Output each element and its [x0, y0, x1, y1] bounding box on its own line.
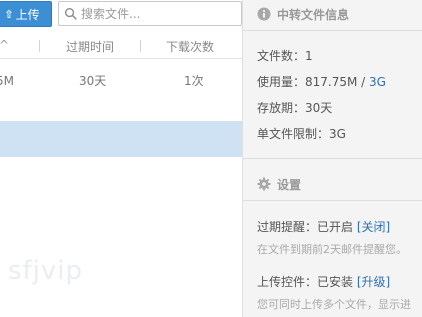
file-list-panel: ⇧ 上传 ^ 过期时间 下载次数 5M 30天 1次 sfjvip: [0, 0, 242, 317]
info-section-header: 中转文件信息: [243, 0, 422, 28]
file-size: 5M: [0, 74, 14, 88]
usage-total: 3G: [369, 75, 386, 89]
divider: [243, 158, 422, 159]
upload-control-hint: 您可同时上传多个文件，显示进: [257, 298, 411, 311]
file-count-value: 1: [305, 49, 313, 63]
upload-control-line: 上传控件：已安装 [升级]: [257, 273, 390, 290]
upload-control-status: 已安装: [317, 275, 354, 289]
retention-label: 存放期：: [257, 101, 306, 115]
column-header-downloads[interactable]: 下载次数: [166, 38, 214, 55]
file-expire: 30天: [79, 74, 107, 88]
retention-value: 30天: [305, 101, 333, 115]
table-header: ^ 过期时间 下载次数: [0, 33, 242, 59]
expiry-reminder-label: 过期提醒：: [257, 220, 318, 234]
column-divider: [39, 40, 40, 52]
usage-line: 使用量：817.75M / 3G: [257, 73, 386, 90]
divider: [243, 200, 422, 201]
table-row[interactable]: 5M 30天 1次: [0, 60, 242, 106]
column-header-expire[interactable]: 过期时间: [66, 38, 114, 55]
upload-control-label: 上传控件：: [257, 275, 318, 289]
search-box[interactable]: [58, 1, 242, 26]
file-count-label: 文件数：: [257, 49, 306, 63]
sort-indicator[interactable]: ^: [0, 38, 9, 52]
size-limit-value: 3G: [329, 127, 346, 141]
expiry-reminder-toggle-link[interactable]: [关闭]: [357, 220, 390, 234]
settings-section-title: 设置: [277, 177, 302, 192]
gear-icon: [257, 177, 271, 191]
usage-separator: /: [357, 75, 370, 89]
upload-arrow-icon: ⇧: [4, 7, 14, 21]
column-divider: [140, 40, 141, 52]
expiry-reminder-hint: 在文件到期前2天邮件提醒您。: [257, 243, 407, 256]
retention-line: 存放期：30天: [257, 99, 332, 116]
upload-button-label: 上传: [15, 7, 40, 22]
size-limit-label: 单文件限制：: [257, 127, 330, 141]
file-count-line: 文件数：1: [257, 47, 313, 64]
upload-button[interactable]: ⇧ 上传: [0, 1, 52, 27]
settings-section-header: 设置: [243, 170, 422, 198]
upgrade-upload-control-link[interactable]: [升级]: [357, 275, 390, 289]
info-side-panel: 中转文件信息 文件数：1 使用量：817.75M / 3G 存放期：30天 单文…: [242, 0, 422, 317]
selected-row-highlight[interactable]: [0, 121, 242, 157]
divider: [243, 30, 422, 31]
search-input[interactable]: [81, 6, 231, 21]
file-downloads: 1次: [184, 74, 204, 88]
expiry-reminder-status: 已开启: [317, 220, 354, 234]
usage-label: 使用量：: [257, 75, 306, 89]
watermark: sfjvip: [8, 256, 84, 286]
search-icon: [64, 7, 77, 20]
info-section-title: 中转文件信息: [277, 7, 350, 22]
usage-value: 817.75M: [305, 75, 358, 89]
info-icon: [257, 7, 271, 21]
expiry-reminder-line: 过期提醒：已开启 [关闭]: [257, 218, 390, 235]
size-limit-line: 单文件限制：3G: [257, 125, 346, 142]
